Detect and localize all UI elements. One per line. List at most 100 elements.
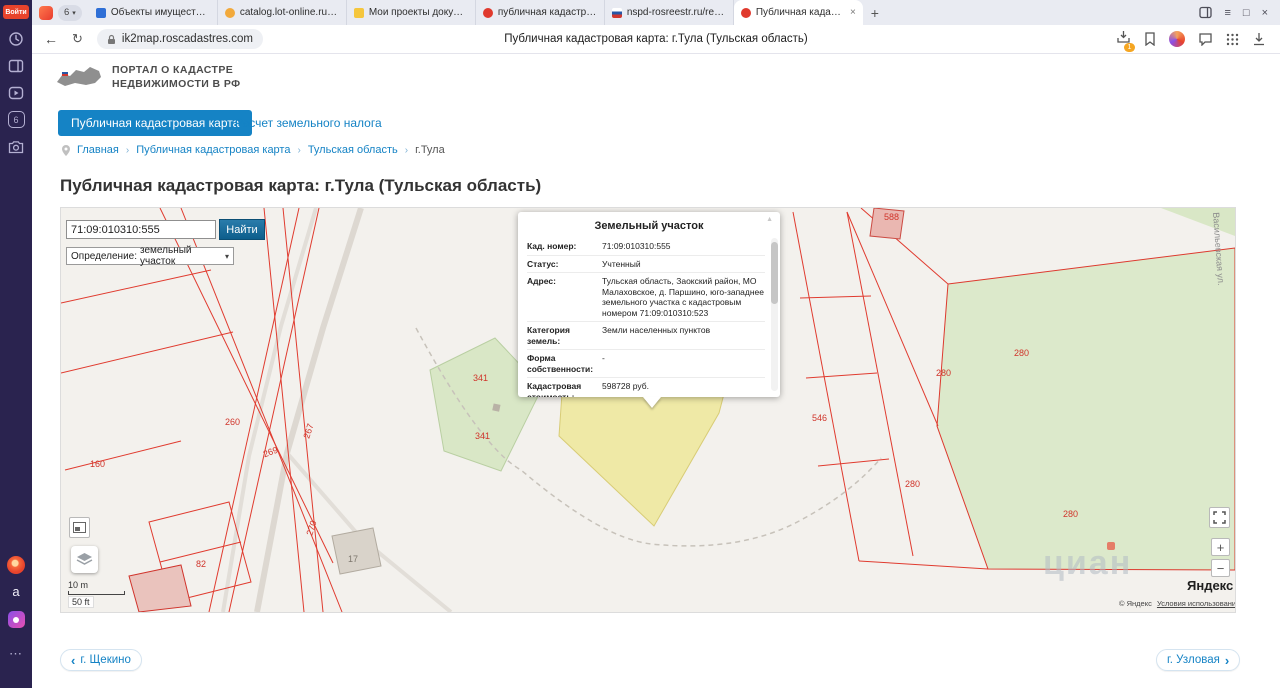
map-attribution: © Яндекс Условия использования bbox=[1119, 599, 1235, 608]
table-row: Кад. номер: 71:09:010310:555 bbox=[527, 238, 765, 255]
tab-5-label: nspd-rosreestr.ru/region/ bbox=[626, 7, 726, 18]
collapse-icon[interactable]: ▲ bbox=[766, 216, 773, 223]
tab-3-favicon bbox=[353, 7, 364, 18]
tab-4-favicon bbox=[482, 7, 493, 18]
parcel-label: 160 bbox=[90, 459, 106, 469]
url-text: ik2map.roscadastres.com bbox=[121, 33, 253, 45]
find-button[interactable]: Найти bbox=[219, 219, 265, 240]
zoom-out-button[interactable]: − bbox=[1211, 559, 1230, 577]
tab-6-favicon bbox=[740, 7, 751, 18]
tab-count-dropdown[interactable]: 6 ▾ bbox=[58, 4, 82, 21]
tab-bar-left: 6 ▾ bbox=[32, 4, 89, 21]
map[interactable]: 341 341 260 269 267 270 160 82 546 280 2… bbox=[60, 207, 1236, 613]
breadcrumb-separator-icon: › bbox=[404, 144, 409, 156]
parcel-label: 82 bbox=[196, 559, 207, 569]
services-icon[interactable] bbox=[0, 611, 32, 628]
tab-2-favicon bbox=[224, 7, 235, 18]
tab-2-label: catalog.lot-online.ru/inde... bbox=[239, 7, 339, 18]
chevron-right-icon: › bbox=[1224, 652, 1230, 668]
tab-counter-value: 6 bbox=[7, 111, 25, 128]
next-city-label: г. Узловая bbox=[1167, 654, 1220, 666]
browser-logo-icon[interactable] bbox=[0, 556, 32, 574]
video-icon[interactable] bbox=[0, 85, 32, 101]
row-value: 71:09:010310:555 bbox=[602, 241, 671, 251]
yandex-logo[interactable]: Яндекс bbox=[1187, 578, 1233, 593]
breadcrumb-region[interactable]: Тульская область bbox=[308, 144, 398, 156]
tab-4[interactable]: публичная кадастровая bbox=[476, 0, 605, 25]
table-row: Категория земель: Земли населенных пункто… bbox=[527, 321, 765, 349]
tab-4-label: публичная кадастровая bbox=[497, 7, 597, 18]
screenshot-icon[interactable] bbox=[0, 139, 32, 155]
next-city-button[interactable]: г. Узловая › bbox=[1156, 649, 1241, 671]
breadcrumb-city: г.Тула bbox=[415, 144, 445, 156]
tab-5[interactable]: nspd-rosreestr.ru/region/ bbox=[605, 0, 734, 25]
save-page-icon[interactable] bbox=[1252, 32, 1266, 46]
map-scale: 10 m 50 ft bbox=[68, 580, 125, 608]
panels-icon[interactable] bbox=[1199, 6, 1213, 19]
prev-city-label: г. Щекино bbox=[80, 654, 131, 666]
tab-cadastral-map[interactable]: Публичная кадастровая карта bbox=[58, 110, 253, 136]
tab-3[interactable]: Мои проекты документ... bbox=[347, 0, 476, 25]
tab-count-label: 6 bbox=[64, 7, 70, 18]
chevron-left-icon: ‹ bbox=[71, 652, 76, 668]
row-value: 598728 руб. bbox=[602, 381, 649, 391]
row-label: Кадастровая стоимость: bbox=[527, 381, 582, 397]
alice-icon[interactable]: а bbox=[0, 584, 32, 599]
profile-avatar[interactable] bbox=[1169, 31, 1185, 47]
table-row: Форма собственности: - bbox=[527, 349, 765, 377]
login-button[interactable]: Войти bbox=[3, 5, 29, 19]
row-value: Земли населенных пунктов bbox=[602, 325, 711, 335]
scrollbar-thumb[interactable] bbox=[771, 242, 778, 304]
cadastral-search-input[interactable] bbox=[66, 220, 216, 239]
new-tab-button[interactable]: + bbox=[863, 5, 887, 21]
apps-grid-icon[interactable] bbox=[1226, 33, 1239, 46]
maximize-icon[interactable]: □ bbox=[1243, 7, 1250, 19]
zoom-in-button[interactable]: + bbox=[1211, 538, 1230, 556]
tab-3-label: Мои проекты документ... bbox=[368, 7, 468, 18]
parcel-label: 280 bbox=[905, 479, 921, 489]
tab-1-favicon bbox=[95, 7, 106, 18]
map-pin-icon bbox=[62, 144, 70, 156]
url-field[interactable]: ik2map.roscadastres.com bbox=[96, 29, 263, 49]
reload-icon[interactable]: ↻ bbox=[72, 31, 83, 47]
more-icon[interactable]: ⋯ bbox=[0, 646, 32, 662]
browser-menu-icon[interactable] bbox=[39, 5, 53, 20]
logo-line2: НЕДВИЖИМОСТИ В РФ bbox=[112, 78, 241, 90]
parcel-label: 280 bbox=[936, 368, 952, 378]
row-value: Учтенный bbox=[602, 258, 641, 269]
site-logo[interactable]: ПОРТАЛ О КАДАСТРЕ НЕДВИЖИМОСТИ В РФ bbox=[55, 62, 240, 92]
tab-bar: 6 ▾ Объекты имущества - Ф... catalog.lot… bbox=[32, 0, 1280, 25]
mini-map-button[interactable] bbox=[69, 517, 90, 538]
fullscreen-button[interactable] bbox=[1209, 507, 1230, 528]
side-panel-icon[interactable] bbox=[0, 58, 32, 74]
downloads-icon[interactable]: 1 bbox=[1116, 29, 1135, 52]
layers-button[interactable] bbox=[71, 546, 98, 573]
address-bar: ← ↻ ik2map.roscadastres.com Публичная ка… bbox=[32, 25, 1280, 54]
bookmark-icon[interactable] bbox=[1144, 32, 1156, 46]
caret-down-icon: ▾ bbox=[72, 9, 76, 17]
parcel-label: 260 bbox=[225, 417, 241, 427]
back-icon[interactable]: ← bbox=[44, 31, 58, 47]
comments-icon[interactable] bbox=[1198, 32, 1213, 46]
terms-link[interactable]: Условия использования bbox=[1157, 599, 1235, 608]
row-value: - bbox=[602, 353, 605, 363]
tab-close-icon[interactable]: × bbox=[848, 7, 856, 18]
tab-land-tax-link[interactable]: Расчет земельного налога bbox=[235, 116, 382, 130]
breadcrumb-map[interactable]: Публичная кадастровая карта bbox=[136, 144, 290, 156]
definition-select[interactable]: Определение: земельный участок ▾ bbox=[66, 245, 234, 267]
window-close-icon[interactable]: × bbox=[1262, 7, 1268, 19]
row-label: Категория земель: bbox=[527, 325, 570, 346]
parcel-label: 546 bbox=[812, 413, 828, 423]
breadcrumb-home[interactable]: Главная bbox=[77, 144, 119, 156]
tab-6-active[interactable]: Публичная кадастровая к... × bbox=[733, 0, 863, 25]
copyright-text: © Яндекс bbox=[1119, 599, 1152, 608]
tab-1[interactable]: Объекты имущества - Ф... bbox=[89, 0, 218, 25]
tab-2[interactable]: catalog.lot-online.ru/inde... bbox=[218, 0, 347, 25]
popup-scrollbar[interactable] bbox=[771, 238, 778, 391]
mini-map-icon bbox=[73, 522, 86, 533]
breadcrumb-separator-icon: › bbox=[297, 144, 301, 156]
prev-city-button[interactable]: ‹ г. Щекино bbox=[60, 649, 142, 671]
history-icon[interactable] bbox=[0, 31, 32, 47]
tab-counter-icon[interactable]: 6 bbox=[0, 111, 32, 128]
menu-icon[interactable]: ≡ bbox=[1224, 7, 1230, 19]
